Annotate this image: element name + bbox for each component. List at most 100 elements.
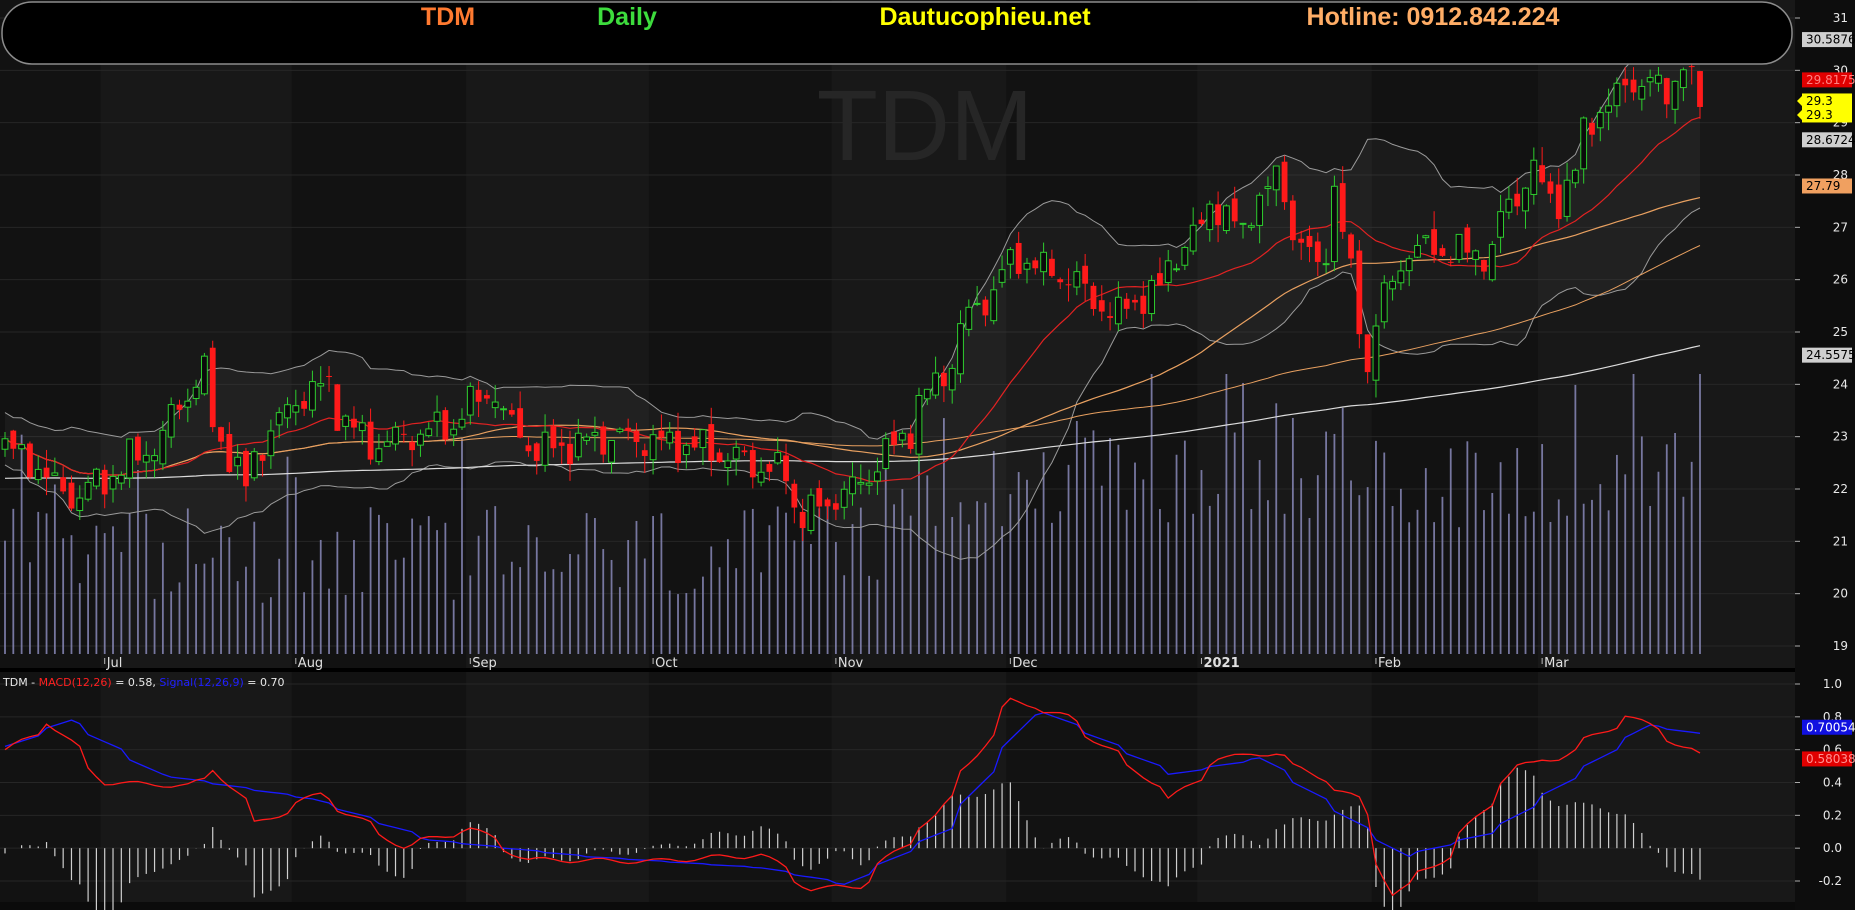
volume-bar [693, 588, 696, 654]
candle-body [234, 456, 242, 467]
candle-body [1015, 242, 1022, 274]
volume-bar [594, 518, 596, 654]
volume-bar [112, 526, 114, 654]
candle-body [151, 455, 158, 462]
candle-body [749, 450, 756, 478]
candle-body [1123, 298, 1130, 309]
candle-body [708, 424, 715, 461]
volume-bar [228, 537, 231, 654]
candle-body [1264, 186, 1272, 189]
volume-bar [70, 535, 73, 654]
month-label: Dec [1012, 656, 1037, 671]
candle-body [68, 482, 75, 509]
candle-body [1164, 260, 1172, 283]
volume-bar [220, 525, 222, 654]
volume-bar [377, 514, 380, 654]
candle-body [442, 410, 449, 440]
volume-bar [294, 477, 297, 654]
candle-body [541, 431, 549, 466]
volume-bar [602, 549, 605, 654]
volume-bar [643, 558, 646, 654]
candle-body [342, 415, 350, 427]
volume-bar [660, 513, 663, 654]
volume-bar [1682, 496, 1685, 654]
candle-body [1073, 271, 1081, 288]
candle-body [292, 405, 300, 413]
candle-body [1555, 184, 1562, 220]
volume-bar [29, 562, 31, 654]
price-axis-label: 27 [1833, 220, 1848, 234]
volume-bar [1449, 448, 1452, 654]
volume-bar [1200, 470, 1203, 654]
volume-bar [718, 567, 721, 654]
candle-body [682, 444, 690, 456]
volume-bar [386, 523, 389, 654]
price-axis-label: 23 [1833, 430, 1848, 444]
candle-body [1622, 78, 1629, 86]
volume-bar [278, 558, 281, 654]
candle-body [1472, 250, 1480, 260]
candle-body [724, 460, 732, 469]
volume-bar [1441, 496, 1444, 654]
candle-body [101, 469, 108, 495]
volume-bar [1516, 448, 1519, 654]
volume-bar [1217, 493, 1219, 654]
candle-body [1247, 225, 1255, 228]
volume-bar [1316, 475, 1319, 654]
volume-bar [78, 583, 81, 654]
candle-body [1488, 244, 1496, 281]
volume-bar [1491, 492, 1494, 654]
month-label: Nov [838, 656, 864, 671]
price-tag-label: 24.5575 [1806, 348, 1855, 362]
volume-bar [1350, 480, 1352, 654]
volume-bar [1034, 508, 1037, 654]
candle-body [484, 395, 490, 399]
candle-body [550, 426, 557, 449]
candle-body [351, 418, 357, 428]
volume-bar [1424, 468, 1427, 654]
volume-bar [153, 598, 156, 654]
candle-body [898, 432, 906, 441]
price-tag-label: 28.6724 [1806, 133, 1855, 147]
candle-body [932, 372, 939, 396]
panel-divider [0, 668, 1795, 672]
candle-body [1596, 112, 1604, 129]
volume-bar [1267, 500, 1269, 654]
candle-body [633, 430, 640, 442]
candle-body [641, 450, 648, 456]
candle-body [491, 401, 499, 409]
candle-body [1148, 280, 1156, 315]
volume-bar [1499, 462, 1502, 654]
volume-bar [1391, 506, 1394, 654]
candle-body [1638, 85, 1646, 100]
candle-body [1215, 204, 1221, 226]
candle-body [1655, 74, 1662, 84]
candle-body [1314, 241, 1321, 262]
candle-body [425, 428, 433, 437]
chart-window: TDM TDM Daily Dautucophieu.net Hotline: … [0, 0, 1855, 910]
candle-body [226, 433, 233, 472]
candle-body [874, 471, 881, 482]
volume-bar [560, 571, 563, 654]
candle-body [1514, 193, 1521, 207]
volume-bar [1225, 374, 1228, 654]
candle-body [1380, 282, 1388, 323]
candle-body [1090, 285, 1097, 310]
volume-bar [95, 525, 98, 654]
month-band [466, 672, 649, 902]
volume-bar [1308, 518, 1311, 654]
volume-bar [1125, 509, 1128, 654]
candle-body [1082, 265, 1089, 284]
candle-body [109, 475, 117, 490]
candle-body [1239, 222, 1247, 225]
candle-body [1348, 234, 1354, 259]
candle-body [574, 432, 582, 458]
volume-bar [1408, 522, 1411, 654]
volume-bar [635, 520, 638, 654]
candle-body [816, 488, 823, 507]
volume-bar [161, 542, 164, 654]
volume-bar [1208, 505, 1211, 654]
candle-body [533, 443, 540, 461]
volume-bar [785, 512, 787, 654]
candle-body [525, 445, 532, 452]
